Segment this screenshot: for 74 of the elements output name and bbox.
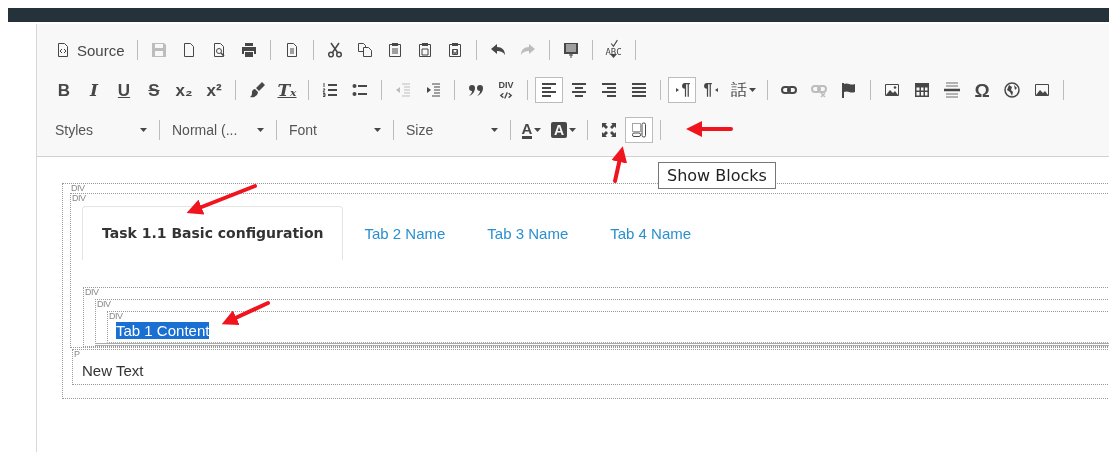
subscript-button[interactable]: x₂ <box>170 77 198 103</box>
table-grid-icon <box>914 82 930 98</box>
remove-format-button[interactable]: Tₓ <box>273 77 301 103</box>
clipboard-icon <box>446 42 463 58</box>
block-tag-label: DIV <box>109 312 124 321</box>
tooltip: Show Blocks <box>658 162 776 189</box>
strike-button[interactable]: S <box>140 77 168 103</box>
dropdown-button[interactable]: Styles <box>49 117 153 143</box>
page-lines-icon <box>562 42 579 58</box>
show-blocks-icon <box>631 122 648 138</box>
clipboard-icon <box>416 42 433 58</box>
scissors-icon <box>326 42 343 58</box>
caret-icon <box>257 128 264 132</box>
source-button[interactable]: Source <box>50 37 130 63</box>
caret-icon <box>534 128 542 132</box>
caret-icon <box>140 128 147 132</box>
paragraph-text: New Text <box>82 362 144 379</box>
bold-button[interactable]: B <box>50 77 78 103</box>
block-tag-label: DIV <box>72 194 87 203</box>
arrow-annotation <box>186 184 257 215</box>
align-left-button[interactable] <box>535 77 563 103</box>
bg-color-button[interactable]: A <box>548 117 581 143</box>
expand-arrows-icon <box>601 122 618 138</box>
caret-icon <box>491 128 498 132</box>
tab[interactable]: Task 1.1 Basic configuration <box>82 206 344 260</box>
bulleted-list-icon <box>352 82 368 98</box>
underline-button[interactable]: U <box>110 77 138 103</box>
caret-icon <box>749 88 756 92</box>
outdent-icon <box>395 82 411 98</box>
justify-icon <box>631 82 647 98</box>
align-left-icon <box>541 82 557 98</box>
dropdown-button[interactable]: Normal (... <box>166 117 270 143</box>
paintbrush-icon <box>249 82 265 98</box>
rtl-button[interactable]: ¶ <box>698 77 726 103</box>
ltr-button[interactable]: ¶ <box>668 77 696 103</box>
printer-icon <box>240 42 257 58</box>
globe-icon <box>1004 82 1020 98</box>
picture-icon <box>884 82 900 98</box>
special-char-button[interactable]: Ω <box>968 77 996 103</box>
arrow-annotation <box>221 301 270 325</box>
indent-icon <box>425 82 441 98</box>
text-color-button[interactable]: A <box>518 117 546 143</box>
numbered-list-icon <box>322 82 338 98</box>
caret-icon <box>374 128 381 132</box>
block-tag-label: DIV <box>71 184 86 193</box>
caret-icon <box>610 54 618 58</box>
code-brackets-icon <box>499 89 513 100</box>
dropdown-button[interactable]: Size <box>400 117 504 143</box>
arrow-annotation <box>611 146 628 183</box>
superscript-button[interactable]: x² <box>200 77 228 103</box>
broken-link-icon <box>811 82 827 98</box>
tab[interactable]: Tab 3 Name <box>466 208 590 260</box>
source-icon <box>55 42 71 58</box>
align-center-icon <box>571 82 587 98</box>
block-tag-label: DIV <box>85 288 100 297</box>
italic-button[interactable]: I <box>80 77 108 103</box>
flag-icon <box>841 82 857 98</box>
clipboard-icon <box>386 42 403 58</box>
quotation-marks-icon <box>468 82 484 98</box>
picture-icon <box>1034 82 1050 98</box>
arrow-annotation <box>686 121 733 137</box>
align-right-icon <box>601 82 617 98</box>
tab[interactable]: Tab 4 Name <box>589 208 713 260</box>
block-tag-label: DIV <box>97 300 112 309</box>
two-pages-icon <box>356 42 373 58</box>
language-button[interactable]: 話 <box>728 77 760 103</box>
tab[interactable]: Tab 2 Name <box>343 208 467 260</box>
show-blocks-button[interactable] <box>625 117 654 143</box>
horizontal-line-icon <box>944 82 960 98</box>
div-button[interactable]: DIV <box>492 77 520 103</box>
caret-icon <box>569 128 577 132</box>
dropdown-button[interactable]: Font <box>283 117 387 143</box>
block-tag-label: P <box>74 350 81 359</box>
selected-text: Tab 1 Content <box>116 322 210 339</box>
